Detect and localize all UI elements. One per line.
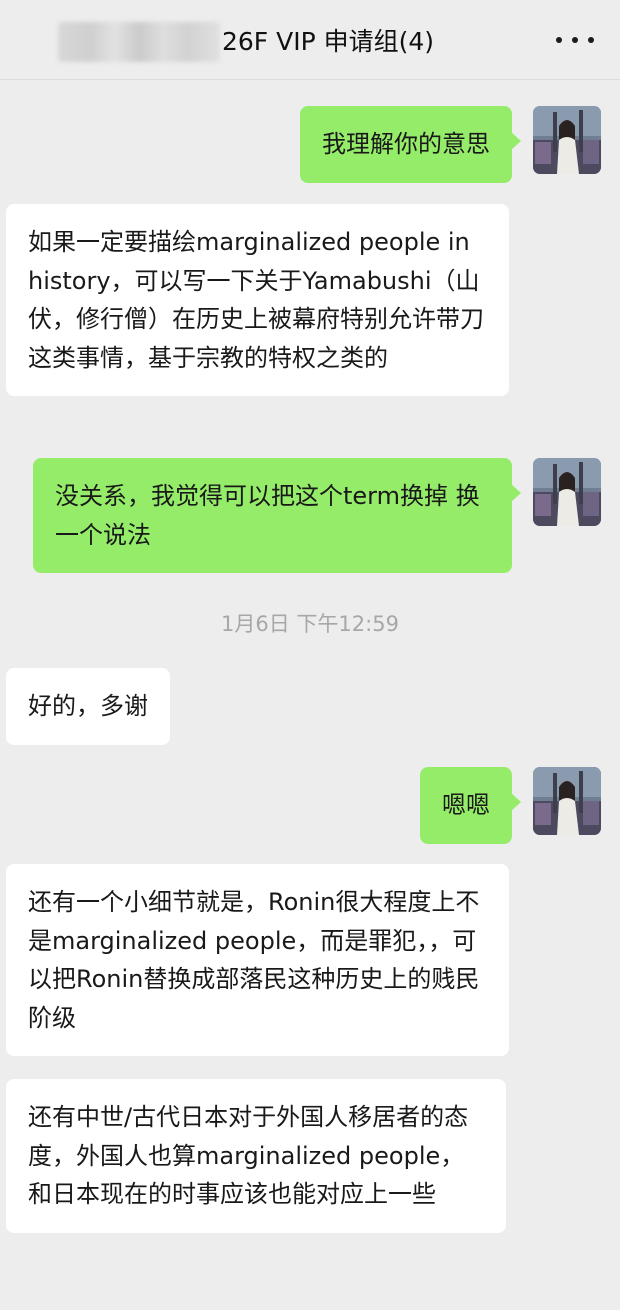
- message-bubble[interactable]: 好的，多谢: [6, 668, 170, 745]
- timestamp: 1月6日 下午12:59: [221, 612, 399, 636]
- user-avatar[interactable]: [533, 106, 601, 174]
- chat-title: 26F VIP 申请组(4): [222, 27, 435, 56]
- more-dots-icon[interactable]: [556, 24, 594, 56]
- message-bubble[interactable]: 还有一个小细节就是，Ronin很大程度上不是marginalized peopl…: [6, 864, 509, 1056]
- message-bubble[interactable]: 如果一定要描绘marginalized people in history，可以…: [6, 204, 509, 396]
- message-bubble[interactable]: 没关系，我觉得可以把这个term换掉 换一个说法: [33, 458, 521, 573]
- chat-header: 26F VIP 申请组(4): [0, 0, 620, 80]
- message-bubble[interactable]: 还有中世/古代日本对于外国人移居者的态度，外国人也算marginalized p…: [6, 1079, 506, 1233]
- blurred-group-name: [58, 22, 220, 62]
- user-avatar[interactable]: [533, 767, 601, 835]
- user-avatar[interactable]: [533, 458, 601, 526]
- message-bubble[interactable]: 嗯嗯: [420, 767, 521, 844]
- message-bubble[interactable]: 我理解你的意思: [300, 106, 521, 183]
